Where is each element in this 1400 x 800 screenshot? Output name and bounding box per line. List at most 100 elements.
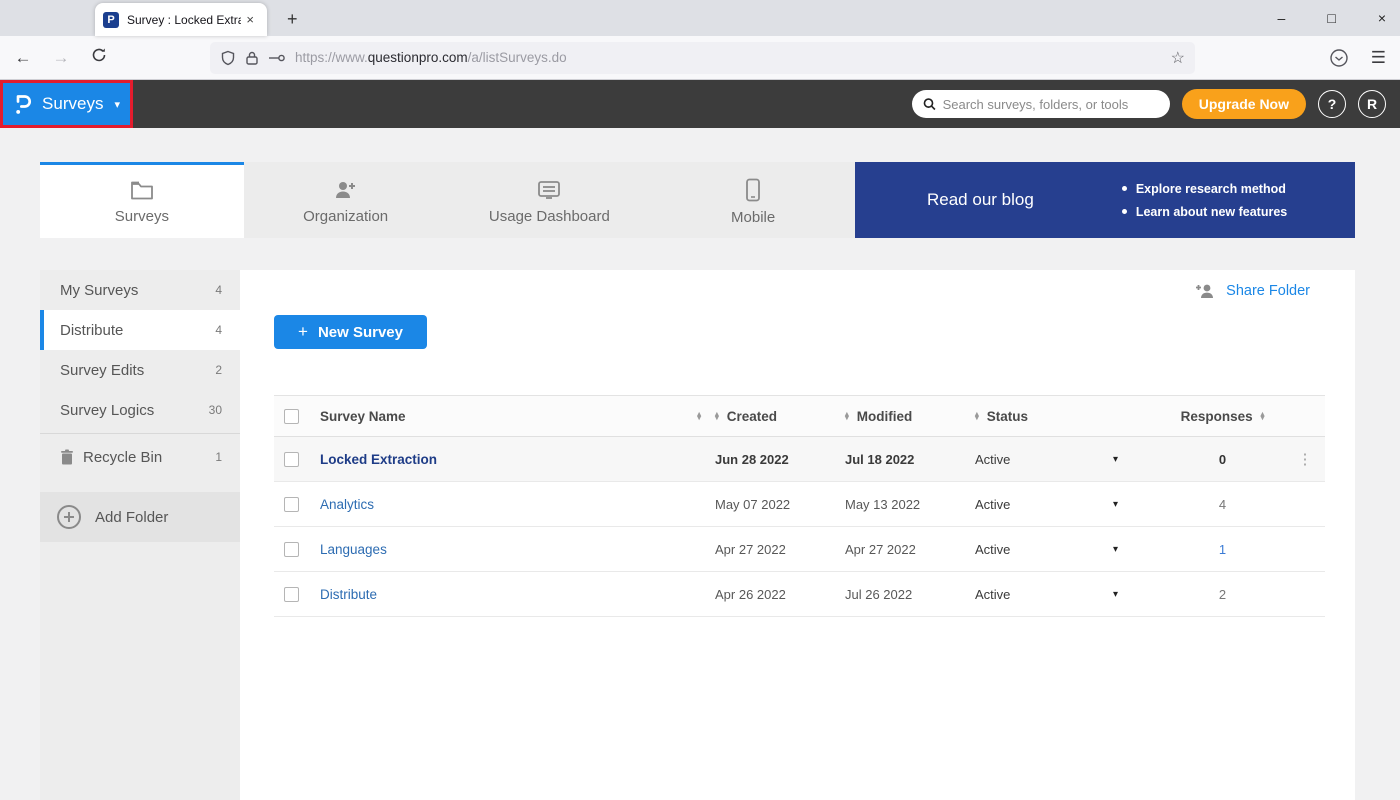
row-checkbox[interactable] <box>284 452 299 467</box>
app-tabs-row: Surveys Organization Usage Dashboard Mob… <box>40 162 1355 238</box>
tab-label: Organization <box>303 208 388 225</box>
share-folder-link[interactable]: Share Folder <box>1195 283 1310 299</box>
tab-organization[interactable]: Organization <box>244 162 448 238</box>
count-badge: 30 <box>209 403 222 417</box>
created-cell: Jun 28 2022 <box>715 452 845 467</box>
sidebar-item-distribute[interactable]: Distribute 4 <box>40 310 240 350</box>
row-checkbox[interactable] <box>284 587 299 602</box>
back-button[interactable]: ← <box>8 48 38 68</box>
tab-label: Surveys <box>115 208 169 225</box>
sidebar-item-recycle-bin[interactable]: Recycle Bin 1 <box>40 437 240 477</box>
row-checkbox[interactable] <box>284 497 299 512</box>
select-all-checkbox[interactable] <box>284 409 299 424</box>
survey-name-link[interactable]: Distribute <box>320 587 377 602</box>
sort-icon[interactable]: ▴▾ <box>975 412 979 421</box>
upgrade-now-button[interactable]: Upgrade Now <box>1182 89 1306 119</box>
forward-button[interactable]: → <box>46 48 76 68</box>
col-responses[interactable]: Responses <box>1181 409 1253 424</box>
tab-surveys[interactable]: Surveys <box>40 162 244 238</box>
table-row[interactable]: Locked Extraction Jun 28 2022 Jul 18 202… <box>274 437 1325 482</box>
new-tab-button[interactable]: + <box>279 9 306 30</box>
survey-name-link[interactable]: Languages <box>320 542 387 557</box>
responses-cell[interactable]: 1 <box>1160 542 1285 557</box>
pocket-icon[interactable] <box>1329 48 1349 68</box>
maximize-button[interactable]: □ <box>1321 10 1341 26</box>
row-checkbox[interactable] <box>284 542 299 557</box>
responses-cell[interactable]: 0 <box>1160 452 1285 467</box>
lock-icon[interactable] <box>245 50 259 66</box>
sidebar-item-my-surveys[interactable]: My Surveys 4 <box>40 270 240 310</box>
plus-icon: + <box>298 322 308 342</box>
add-folder-button[interactable]: Add Folder <box>40 492 240 542</box>
close-window-button[interactable]: × <box>1372 10 1392 26</box>
col-survey-name[interactable]: Survey Name <box>320 409 406 424</box>
usage-dashboard-icon <box>536 179 562 201</box>
survey-name-link[interactable]: Locked Extraction <box>320 452 437 467</box>
col-created[interactable]: Created <box>727 409 777 424</box>
new-survey-button[interactable]: + New Survey <box>274 315 427 349</box>
status-dropdown[interactable]: Active▾ <box>975 452 1160 467</box>
address-bar[interactable]: https://www.questionpro.com/a/listSurvey… <box>210 42 1195 74</box>
created-cell: Apr 27 2022 <box>715 542 845 557</box>
sort-icon[interactable]: ▴▾ <box>845 412 849 421</box>
surveys-dropdown[interactable]: Surveys ▾ <box>0 80 133 128</box>
table-row[interactable]: Analytics May 07 2022 May 13 2022 Active… <box>274 482 1325 527</box>
browser-tab-title: Survey : Locked Extraction <box>127 13 241 27</box>
modified-cell: Jul 18 2022 <box>845 452 975 467</box>
tab-usage-dashboard[interactable]: Usage Dashboard <box>448 162 652 238</box>
tab-mobile[interactable]: Mobile <box>651 162 855 238</box>
permissions-icon[interactable] <box>268 52 286 64</box>
sort-icon[interactable]: ▴▾ <box>715 412 719 421</box>
chevron-down-icon[interactable]: ▾ <box>1113 454 1118 465</box>
mobile-icon <box>745 178 761 202</box>
app-tabs: Surveys Organization Usage Dashboard Mob… <box>40 162 855 238</box>
reload-button[interactable] <box>84 47 114 68</box>
surveys-main-panel: Share Folder + New Survey Survey Name ▴▾… <box>240 270 1355 800</box>
circle-plus-icon <box>56 504 82 530</box>
status-dropdown[interactable]: Active▾ <box>975 497 1160 512</box>
count-badge: 1 <box>215 450 222 464</box>
bookmark-star-icon[interactable]: ☆ <box>1171 48 1185 68</box>
close-tab-icon[interactable]: × <box>241 10 259 29</box>
search-input[interactable] <box>943 97 1159 112</box>
col-modified[interactable]: Modified <box>857 409 913 424</box>
modified-cell: Jul 26 2022 <box>845 587 975 602</box>
table-header-row: Survey Name ▴▾ ▴▾ Created ▴▾ Modified ▴▾ St… <box>274 395 1325 437</box>
table-row[interactable]: Distribute Apr 26 2022 Jul 26 2022 Activ… <box>274 572 1325 617</box>
share-person-icon <box>1195 283 1217 299</box>
chevron-down-icon[interactable]: ▾ <box>1113 499 1118 510</box>
browser-toolbar: ← → https://www.questionpro.com/a/listSu… <box>0 36 1400 80</box>
chevron-down-icon[interactable]: ▾ <box>1113 589 1118 600</box>
global-search[interactable] <box>912 90 1170 118</box>
sort-icon[interactable]: ▴▾ <box>697 412 701 421</box>
table-row[interactable]: Languages Apr 27 2022 Apr 27 2022 Active… <box>274 527 1325 572</box>
responses-cell[interactable]: 2 <box>1160 587 1285 602</box>
help-button[interactable]: ? <box>1318 90 1346 118</box>
toolbar-right: ☰ <box>1329 48 1386 68</box>
questionpro-topnav: Surveys ▾ Upgrade Now ? R <box>0 80 1400 128</box>
status-dropdown[interactable]: Active▾ <box>975 542 1160 557</box>
sidebar-divider <box>40 433 240 434</box>
sidebar-item-survey-edits[interactable]: Survey Edits 2 <box>40 350 240 390</box>
blog-banner[interactable]: Read our blog Explore research method Le… <box>855 162 1355 238</box>
chevron-down-icon[interactable]: ▾ <box>1113 544 1118 555</box>
shield-icon[interactable] <box>220 50 236 66</box>
browser-tab-strip: P Survey : Locked Extraction × + – □ × <box>0 0 1400 36</box>
sidebar-item-survey-logics[interactable]: Survey Logics 30 <box>40 390 240 430</box>
status-dropdown[interactable]: Active▾ <box>975 587 1160 602</box>
responses-cell[interactable]: 4 <box>1160 497 1285 512</box>
url-text[interactable]: https://www.questionpro.com/a/listSurvey… <box>295 50 1162 65</box>
col-status[interactable]: Status <box>987 409 1028 424</box>
sort-icon[interactable]: ▴▾ <box>1261 412 1265 421</box>
organization-icon <box>333 179 359 201</box>
minimize-button[interactable]: – <box>1272 10 1292 26</box>
menu-icon[interactable]: ☰ <box>1371 48 1386 68</box>
row-menu-icon[interactable]: ⋮ <box>1285 450 1325 468</box>
created-cell: Apr 26 2022 <box>715 587 845 602</box>
count-badge: 4 <box>215 283 222 297</box>
browser-tab[interactable]: P Survey : Locked Extraction × <box>95 3 267 36</box>
survey-name-link[interactable]: Analytics <box>320 497 374 512</box>
avatar[interactable]: R <box>1358 90 1386 118</box>
blog-title[interactable]: Read our blog <box>927 190 1034 210</box>
trash-icon <box>60 449 74 465</box>
